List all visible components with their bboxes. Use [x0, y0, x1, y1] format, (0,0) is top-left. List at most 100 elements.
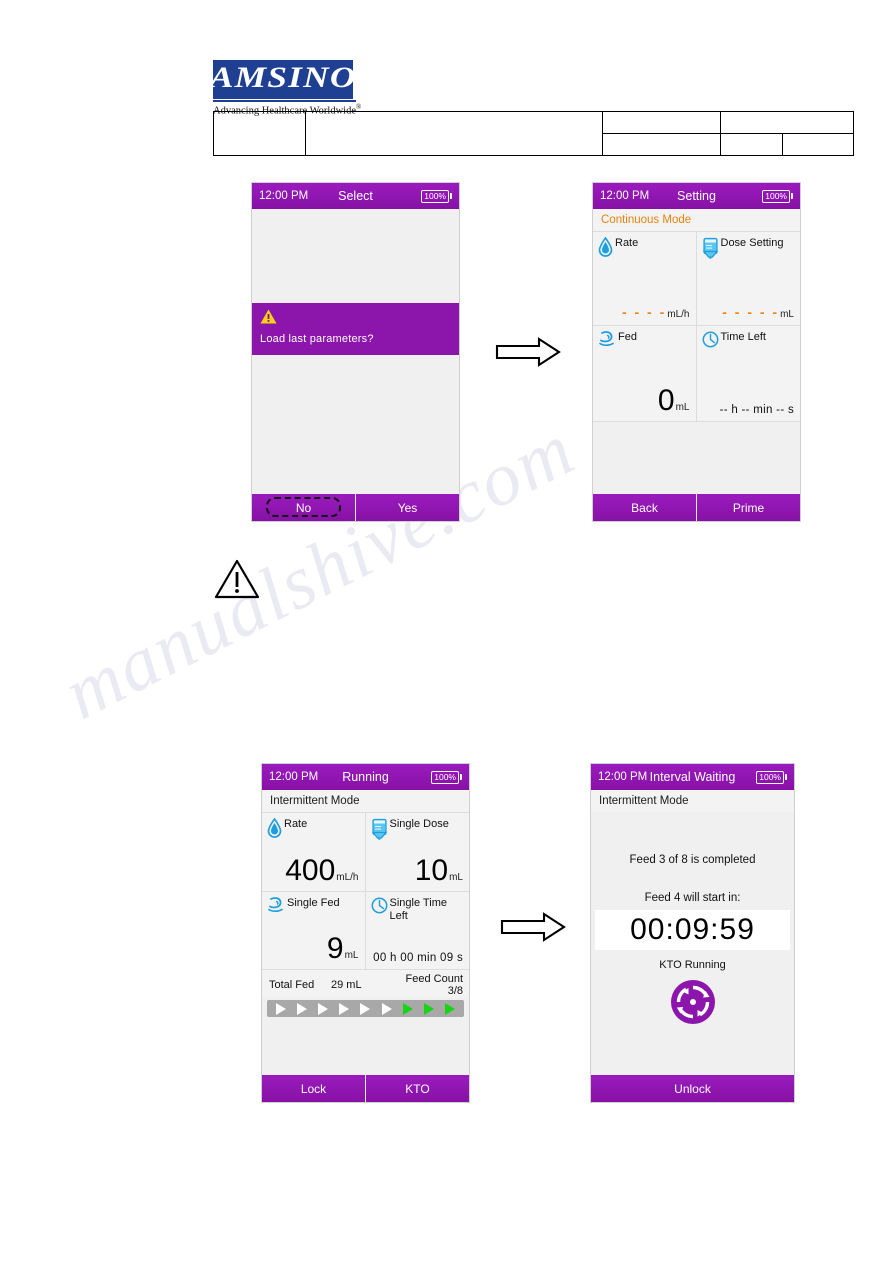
dose-setting-value: - - - - -	[722, 304, 780, 320]
kto-button-label: KTO	[405, 1081, 430, 1096]
status-time: 12:00 PM	[598, 771, 648, 783]
brand-logo: AMSINO Advancing Healthcare Worldwide®	[210, 60, 503, 117]
battery-icon: 100%	[756, 770, 787, 784]
prime-button[interactable]: Prime	[697, 494, 800, 521]
progress-segment-completed	[445, 1002, 456, 1015]
status-time: 12:00 PM	[269, 771, 319, 783]
dose-setting-label: Dose Setting	[720, 237, 784, 249]
clock-icon	[371, 897, 388, 919]
totals-row: Total Fed 29 mL Feed Count 3/8	[262, 970, 469, 997]
fed-header: Fed	[593, 326, 696, 352]
droplet-icon	[267, 817, 282, 843]
status-bar: 12:00 PM Running 100%	[262, 764, 469, 790]
stomach-icon	[267, 897, 285, 918]
interval-waiting-body: Feed 3 of 8 is completed Feed 4 will sta…	[591, 812, 794, 1075]
countdown-timer-box: 00:09:59	[595, 910, 790, 950]
single-time-left-header: Single Time Left	[366, 892, 470, 922]
single-dose-value-group: 10 mL	[415, 856, 463, 886]
flow-arrow-top	[495, 337, 561, 372]
mode-label: Intermittent Mode	[262, 790, 469, 813]
fed-unit: mL	[675, 402, 690, 413]
progress-segment	[360, 1002, 371, 1015]
prime-button-label: Prime	[732, 500, 765, 515]
lock-button-label: Lock	[300, 1081, 327, 1096]
rate-unit: mL/h	[336, 872, 359, 883]
rate-cell[interactable]: Rate - - - - mL/h	[593, 232, 697, 326]
screen-button-bar: No Yes	[252, 494, 459, 521]
document-header-table	[213, 111, 854, 156]
single-fed-unit: mL	[344, 950, 359, 961]
battery-level-label: 100%	[421, 189, 449, 203]
fed-value-group: 0 mL	[658, 386, 690, 416]
lock-button[interactable]: Lock	[262, 1075, 366, 1102]
kto-button[interactable]: KTO	[366, 1075, 469, 1102]
table-cell	[603, 133, 721, 155]
single-fed-label: Single Fed	[287, 897, 340, 909]
battery-icon: 100%	[762, 189, 793, 203]
warning-triangle-outline-icon	[214, 558, 260, 605]
total-fed-label: Total Fed	[269, 979, 315, 991]
screen-button-bar: Back Prime	[593, 494, 800, 521]
time-left-cell: Time Left -- h -- min -- s	[696, 326, 800, 422]
clock-icon	[702, 331, 719, 353]
single-dose-cell: Single Dose 10 mL	[365, 813, 469, 892]
flow-arrow-bottom	[500, 912, 566, 947]
battery-level-label: 100%	[756, 770, 784, 784]
progress-segment	[318, 1002, 329, 1015]
status-time: 12:00 PM	[259, 190, 309, 202]
back-button[interactable]: Back	[593, 494, 697, 521]
yes-button[interactable]: Yes	[356, 494, 459, 521]
rate-value-group: - - - - mL/h	[622, 304, 690, 320]
parameter-grid-row-1: Rate - - - - mL/h Dose Setting - - - - -…	[593, 232, 800, 326]
battery-nub	[460, 774, 462, 780]
rate-label: Rate	[284, 818, 308, 830]
kto-status-label: KTO Running	[659, 959, 726, 971]
single-fed-header: Single Fed	[262, 892, 365, 918]
rate-header: Rate	[262, 813, 365, 843]
time-left-value: -- h -- min -- s	[719, 404, 794, 416]
back-button-label: Back	[631, 500, 658, 515]
battery-level-label: 100%	[431, 770, 459, 784]
battery-nub	[785, 774, 787, 780]
feeding-bag-icon	[702, 237, 719, 264]
rate-unit: mL/h	[667, 309, 690, 320]
feeding-bag-icon	[371, 818, 388, 845]
dose-setting-cell[interactable]: Dose Setting - - - - - mL	[696, 232, 800, 326]
table-row-top	[603, 112, 853, 134]
fed-label: Fed	[618, 331, 637, 343]
logo-badge: AMSINO	[210, 60, 355, 99]
droplet-icon	[598, 236, 613, 262]
progress-segment-completed	[424, 1002, 435, 1015]
single-dose-value: 10	[414, 854, 449, 887]
unlock-button[interactable]: Unlock	[591, 1075, 794, 1102]
device-screen-running: 12:00 PM Running 100% Intermittent Mode …	[261, 763, 470, 1103]
table-right-section	[603, 112, 853, 155]
rate-cell: Rate 400 mL/h	[262, 813, 366, 892]
single-dose-unit: mL	[449, 872, 463, 883]
status-time: 12:00 PM	[600, 190, 650, 202]
progress-segment	[275, 1002, 286, 1015]
feed-completed-text: Feed 3 of 8 is completed	[629, 854, 756, 866]
single-time-left-value: 00 h 00 min 09 s	[373, 952, 463, 964]
warning-triangle-icon	[260, 309, 459, 329]
screen-button-bar: Lock KTO	[262, 1075, 469, 1102]
dose-setting-value-group: - - - - - mL	[722, 304, 794, 320]
progress-segment	[296, 1002, 307, 1015]
progress-segment	[381, 1002, 392, 1015]
next-feed-text: Feed 4 will start in:	[644, 892, 741, 904]
rate-value: - - - -	[621, 304, 667, 320]
battery-icon: 100%	[421, 189, 452, 203]
device-screen-select: 12:00 PM Select 100% Load last parameter…	[251, 182, 460, 522]
rate-value: 400	[285, 854, 336, 887]
battery-nub	[450, 193, 452, 199]
single-dose-label: Single Dose	[389, 818, 449, 830]
no-button[interactable]: No	[252, 494, 356, 521]
single-fed-cell: Single Fed 9 mL	[262, 892, 366, 970]
dialog-message: Load last parameters?	[260, 333, 374, 345]
battery-level-label: 100%	[762, 189, 790, 203]
table-cell	[721, 133, 783, 155]
time-left-value-group: -- h -- min -- s	[720, 404, 794, 416]
feed-count-label: Feed Count	[405, 973, 463, 985]
screen-button-bar: Unlock	[591, 1075, 794, 1102]
rate-value-group: 400 mL/h	[285, 856, 358, 886]
